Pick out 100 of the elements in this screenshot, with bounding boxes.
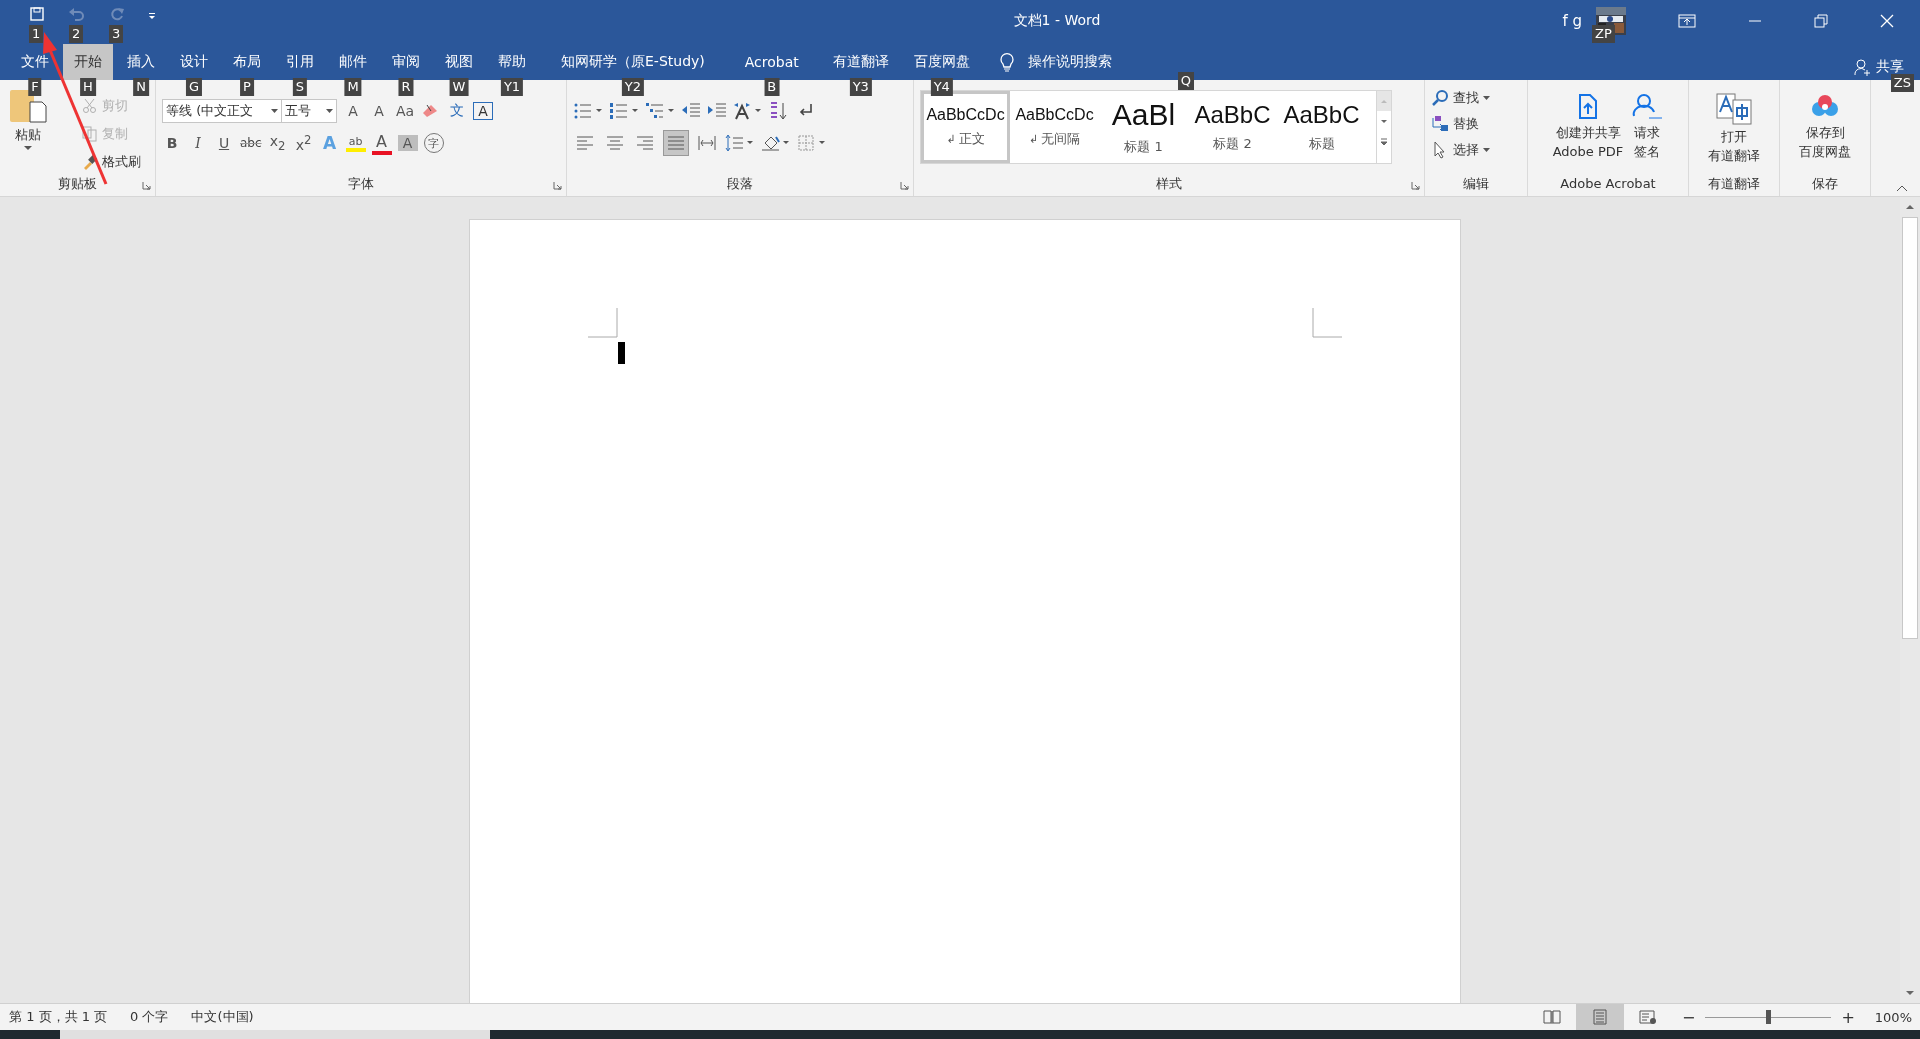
font-format-button[interactable]: x$_{2}$ bbox=[267, 133, 288, 153]
customize-dropdown-icon[interactable] bbox=[148, 12, 156, 20]
style-item[interactable]: AaBbCcDc ↲ 正文 bbox=[921, 91, 1010, 163]
character-border-button[interactable]: A bbox=[473, 102, 493, 120]
page-count[interactable]: 第 1 页，共 1 页 bbox=[9, 1008, 108, 1026]
font-size-field[interactable]: 五号 bbox=[281, 99, 337, 123]
keytip: ZS bbox=[1890, 74, 1914, 92]
keytip: P bbox=[240, 78, 254, 96]
scissors-icon bbox=[82, 98, 98, 114]
zoom-slider-thumb[interactable] bbox=[1766, 1010, 1772, 1024]
font-format-button[interactable]: U bbox=[214, 135, 234, 151]
dialog-launcher-icon[interactable] bbox=[900, 181, 909, 190]
decrease-indent-icon[interactable] bbox=[681, 102, 701, 120]
close-icon[interactable] bbox=[1880, 14, 1894, 28]
ribbon-tab[interactable]: 文件 bbox=[10, 44, 60, 80]
create-pdf-button[interactable]: 创建并共享 Adobe PDF bbox=[1552, 92, 1624, 174]
dialog-launcher-icon[interactable] bbox=[553, 181, 562, 190]
font-name-field[interactable]: 等线 (中文正文 bbox=[162, 99, 282, 123]
language-indicator[interactable]: 中文(中国) bbox=[191, 1008, 254, 1026]
dialog-launcher-icon[interactable] bbox=[142, 181, 151, 190]
tell-me-search[interactable]: 操作说明搜索 bbox=[1027, 53, 1112, 71]
find-button[interactable]: 查找 bbox=[1431, 86, 1521, 110]
keytip: W bbox=[449, 78, 469, 96]
font-format-button[interactable]: A bbox=[397, 135, 418, 151]
font-format-button[interactable]: I bbox=[188, 135, 208, 151]
keytip: 2 bbox=[69, 25, 84, 43]
keytip: N bbox=[133, 78, 149, 96]
share-button[interactable]: 共享 bbox=[1876, 58, 1904, 76]
group-label: 编辑 bbox=[1463, 175, 1489, 193]
font-format-button[interactable]: A bbox=[371, 131, 392, 155]
caret-icon bbox=[1483, 148, 1490, 152]
ribbon-tab[interactable]: 开始 bbox=[63, 44, 113, 80]
keytip: B bbox=[764, 78, 780, 96]
collapse-ribbon-icon[interactable] bbox=[1896, 185, 1908, 192]
bullets-icon[interactable] bbox=[573, 102, 603, 120]
zoom-out-button[interactable]: − bbox=[1682, 1007, 1696, 1027]
ribbon-tab[interactable]: 百度网盘 bbox=[902, 44, 981, 80]
ribbon-tab[interactable]: 插入 bbox=[116, 44, 166, 80]
keytip: F bbox=[28, 78, 42, 96]
zoom-in-button[interactable]: + bbox=[1841, 1007, 1855, 1027]
dialog-launcher-icon[interactable] bbox=[1411, 181, 1420, 190]
font-format-button[interactable]: B bbox=[162, 135, 182, 151]
select-button[interactable]: 选择 bbox=[1431, 138, 1521, 162]
font-format-button[interactable]: ab bbox=[345, 134, 366, 152]
ribbon-tab[interactable]: 视图 bbox=[434, 44, 484, 80]
ribbon-tab[interactable]: 审阅 bbox=[381, 44, 431, 80]
group-label: 剪贴板 bbox=[58, 175, 97, 193]
ribbon-tab[interactable]: 引用 bbox=[275, 44, 325, 80]
scroll-thumb[interactable] bbox=[1902, 217, 1918, 639]
save-icon bbox=[29, 6, 45, 22]
caret-icon bbox=[24, 146, 32, 151]
shading-icon[interactable] bbox=[761, 134, 791, 152]
multilevel-list-icon[interactable] bbox=[645, 102, 675, 120]
ribbon-tab[interactable]: 布局 bbox=[222, 44, 272, 80]
keytip: R bbox=[398, 78, 414, 96]
replace-icon bbox=[1431, 115, 1449, 133]
style-item[interactable]: AaBbC 标题 2 bbox=[1188, 91, 1277, 163]
redo-icon bbox=[109, 6, 125, 22]
user-name[interactable]: f g bbox=[1562, 12, 1582, 30]
keytip: S bbox=[292, 78, 308, 96]
open-translator-button[interactable]: 打开 有道翻译 bbox=[1708, 92, 1760, 174]
keytip: ZP bbox=[1592, 25, 1615, 43]
translate-icon bbox=[1715, 92, 1753, 126]
restore-icon[interactable] bbox=[1814, 14, 1828, 28]
word-count[interactable]: 0 个字 bbox=[130, 1008, 169, 1026]
ribbon-tab[interactable]: 知网研学（原E-Study) bbox=[550, 44, 716, 80]
ribbon-tab[interactable]: 帮助 bbox=[487, 44, 537, 80]
save-to-cloud-button[interactable]: 保存到 百度网盘 bbox=[1799, 92, 1851, 174]
increase-indent-icon[interactable] bbox=[707, 102, 727, 120]
font-format-button[interactable]: x$^{2}$ bbox=[293, 133, 314, 153]
style-item[interactable]: AaBbC 标题 bbox=[1277, 91, 1366, 163]
style-item[interactable]: AaBbCcDc ↲ 无间隔 bbox=[1010, 91, 1099, 163]
ribbon-tab[interactable]: 邮件 bbox=[328, 44, 378, 80]
person-add-icon bbox=[1854, 58, 1872, 76]
text-direction-icon[interactable] bbox=[733, 102, 763, 120]
ribbon-tab[interactable]: 有道翻译 bbox=[821, 44, 900, 80]
group-label: 有道翻译 bbox=[1708, 175, 1760, 193]
numbering-icon[interactable] bbox=[609, 102, 639, 120]
ribbon-tab[interactable]: Acrobat bbox=[733, 44, 810, 80]
group-label: Adobe Acrobat bbox=[1560, 175, 1656, 193]
zoom-level[interactable]: 100% bbox=[1874, 1009, 1912, 1025]
ribbon-tab[interactable]: 设计 bbox=[169, 44, 219, 80]
keytip: Y2 bbox=[621, 78, 644, 96]
group-label: 保存 bbox=[1812, 175, 1838, 193]
request-signature-button[interactable]: 请求 签名 bbox=[1631, 92, 1664, 174]
keytip: M bbox=[344, 78, 362, 96]
shrink-font-button[interactable]: A bbox=[369, 103, 389, 119]
keytip: 3 bbox=[109, 25, 124, 43]
sort-icon[interactable] bbox=[769, 101, 789, 121]
change-case-button[interactable]: Aa bbox=[395, 103, 415, 119]
grow-font-button[interactable]: A bbox=[343, 103, 363, 119]
keytip: Q bbox=[1177, 72, 1194, 90]
ribbon-display-options-icon[interactable] bbox=[1678, 14, 1696, 28]
line-spacing-icon[interactable] bbox=[725, 134, 755, 152]
style-item[interactable]: AaBl 标题 1 bbox=[1099, 91, 1188, 163]
corner-mark bbox=[1312, 308, 1342, 338]
keytip: G bbox=[185, 78, 203, 96]
corner-mark bbox=[588, 308, 618, 338]
replace-button[interactable]: 替换 bbox=[1431, 112, 1521, 136]
phonetic-guide-button[interactable]: 文 bbox=[447, 102, 467, 120]
